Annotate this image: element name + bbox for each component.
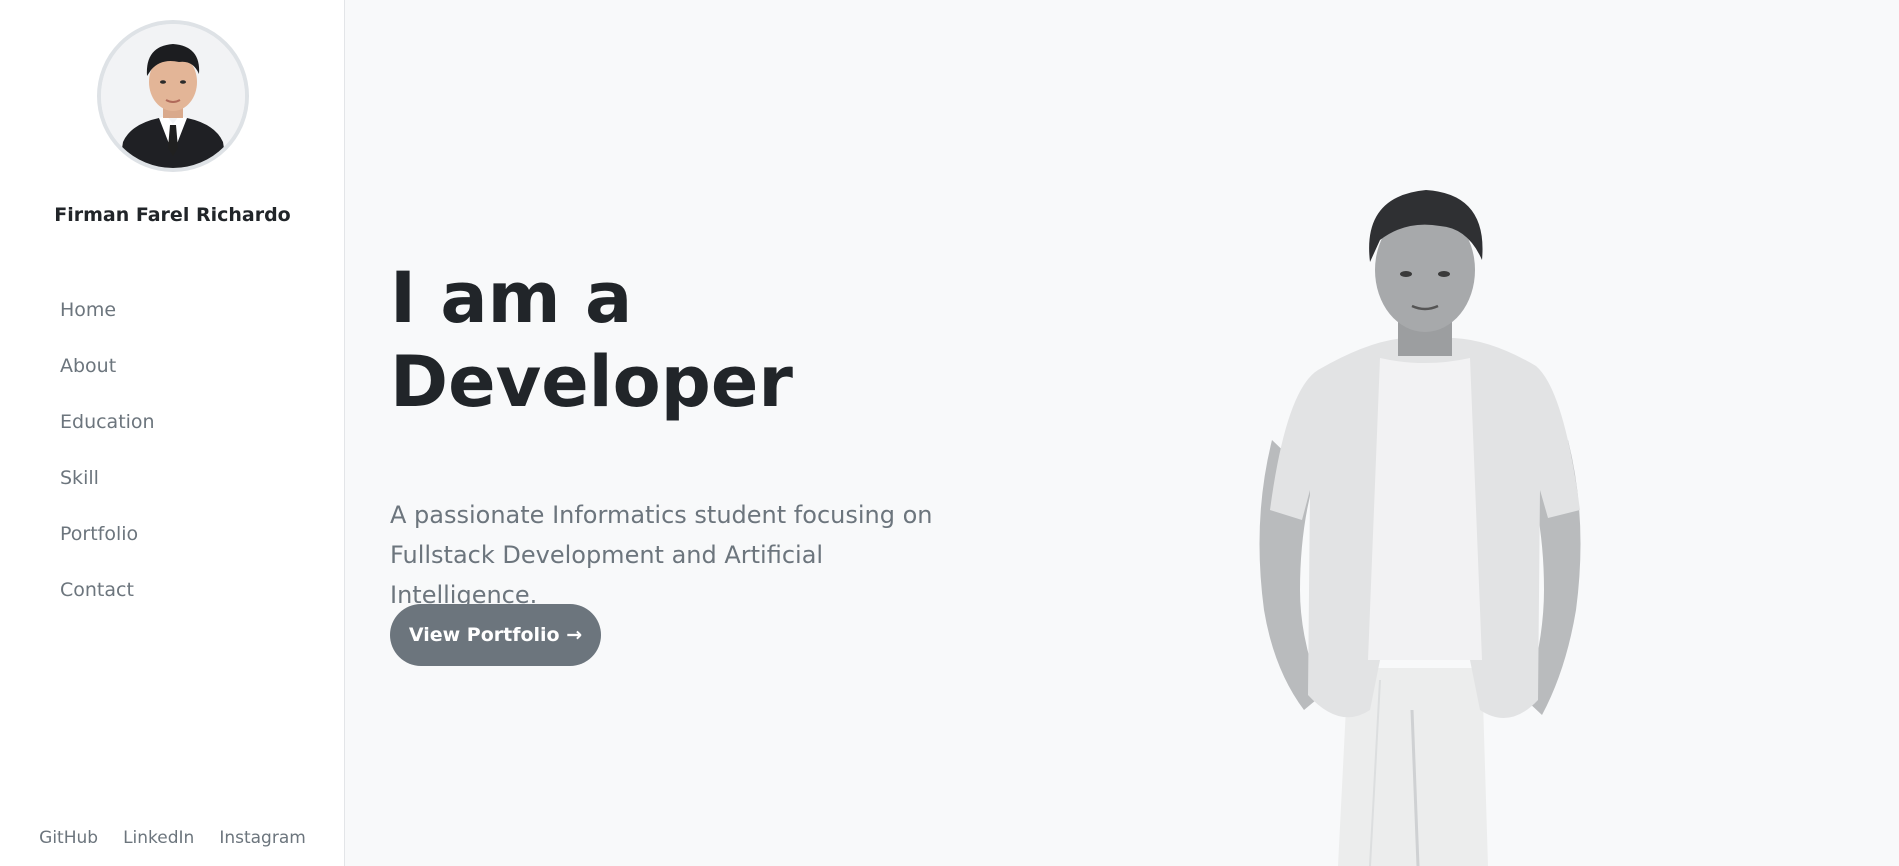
profile-name: Firman Farel Richardo: [54, 204, 291, 226]
social-links: GitHub LinkedIn Instagram: [0, 828, 345, 848]
hero-title-line-1: I am a: [390, 257, 633, 339]
nav-link-contact[interactable]: Contact: [60, 579, 134, 601]
sidebar-nav: Home About Education Skill Portfolio Con…: [60, 282, 155, 618]
instagram-link[interactable]: Instagram: [219, 828, 306, 848]
nav-item-home: Home: [60, 282, 155, 338]
hero-title: I am a Developer: [390, 256, 793, 424]
nav-link-home[interactable]: Home: [60, 299, 116, 321]
nav-item-education: Education: [60, 394, 155, 450]
hero-description-line-2: Fullstack Development and Artificial Int…: [390, 541, 824, 609]
nav-item-portfolio: Portfolio: [60, 506, 155, 562]
profile-photo: [101, 24, 245, 168]
sidebar: Firman Farel Richardo Home About Educati…: [0, 0, 345, 866]
nav-link-about[interactable]: About: [60, 355, 116, 377]
avatar: [97, 20, 249, 172]
hero-title-line-2: Developer: [390, 341, 793, 423]
linkedin-link[interactable]: LinkedIn: [123, 828, 194, 848]
github-link[interactable]: GitHub: [39, 828, 98, 848]
nav-item-skill: Skill: [60, 450, 155, 506]
hero-description: A passionate Informatics student focusin…: [390, 495, 950, 615]
nav-link-education[interactable]: Education: [60, 411, 155, 433]
nav-item-contact: Contact: [60, 562, 155, 618]
view-portfolio-button[interactable]: View Portfolio →: [390, 604, 601, 666]
nav-item-about: About: [60, 338, 155, 394]
hero-portrait: [1259, 190, 1581, 866]
nav-link-skill[interactable]: Skill: [60, 467, 99, 489]
hero-description-line-1: A passionate Informatics student focusin…: [390, 501, 933, 529]
nav-link-portfolio[interactable]: Portfolio: [60, 523, 138, 545]
